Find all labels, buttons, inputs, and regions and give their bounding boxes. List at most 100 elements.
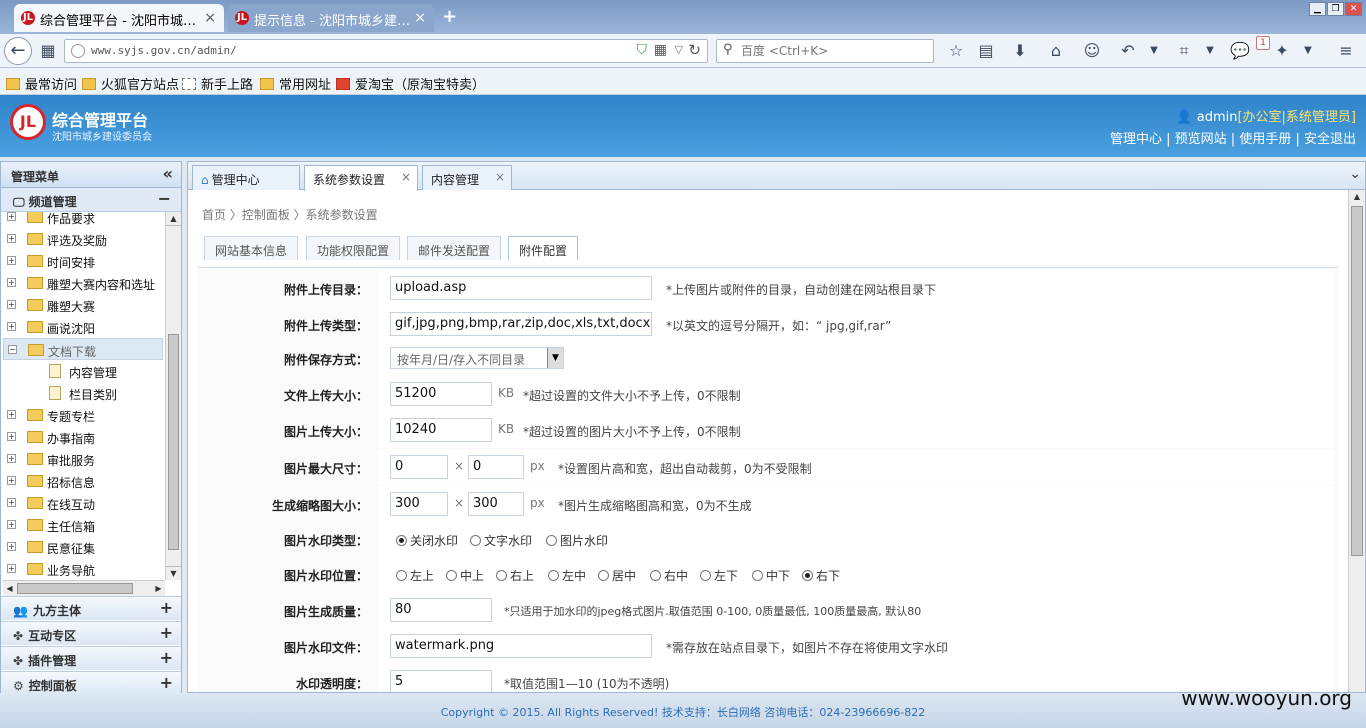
radio-pos-middle-right[interactable]: 右中 [650,567,688,584]
dropdown-arrow-icon[interactable]: ▽ [675,43,683,56]
collapse-icon[interactable]: − [8,345,17,354]
expand-icon[interactable]: + [7,498,16,507]
browser-tab-2[interactable]: JL 提示信息 - 沈阳市城乡建… × [228,4,434,32]
back-button[interactable]: ← [4,37,32,65]
home-icon[interactable]: ⌂ [1044,39,1068,63]
expand-icon[interactable]: + [7,564,16,573]
radio-pos-middle-left[interactable]: 左中 [548,567,586,584]
channel-manage-header[interactable]: 🖵 频道管理 − [1,188,181,212]
extension-icon[interactable]: ✦ [1270,39,1294,63]
chat-icon[interactable]: 💬 [1228,39,1252,63]
expand-icon[interactable]: + [7,212,16,221]
extension-dropdown-icon[interactable]: ▼ [1296,39,1320,63]
link-preview-site[interactable]: 预览网站 [1175,132,1227,147]
bookmark-taobao[interactable]: 爱淘宝（原淘宝特卖） [336,74,485,93]
smiley-icon[interactable]: ☺ [1080,39,1104,63]
expand-section-icon[interactable]: + [160,673,173,692]
search-box[interactable]: ⚲ [716,39,934,63]
expand-icon[interactable]: + [7,234,16,243]
subtab-attachment[interactable]: 附件配置 [508,236,579,260]
expand-icon[interactable]: + [7,454,16,463]
tree-item[interactable]: + 评选及奖励 [3,228,163,250]
radio-pos-bottom-center[interactable]: 中下 [752,567,790,584]
undo-icon[interactable]: ↶ [1116,39,1140,63]
expand-icon[interactable]: + [7,542,16,551]
tree-item-child[interactable]: 内容管理 [3,360,163,382]
close-tab-icon[interactable]: × [204,10,216,26]
radio-pos-bottom-right[interactable]: 右下 [802,567,840,584]
minimize-button[interactable]: ▁ [1309,2,1326,16]
subtab-site-info[interactable]: 网站基本信息 [204,236,299,260]
tree-item[interactable]: + 画说沈阳 [3,316,163,338]
tree-vertical-scrollbar[interactable]: ▲ ▼ [165,212,181,580]
sidebar-section-interaction[interactable]: ✤ 互动专区 + [1,621,181,645]
close-tab-icon[interactable]: × [495,170,505,184]
crop-icon[interactable]: ⌗ [1172,39,1196,63]
image-size-input[interactable]: 10240 [390,418,492,442]
bookmark-getting-started[interactable]: 新手上路 [182,74,253,93]
tab-system-settings[interactable]: 系统参数设置 × [304,165,418,191]
expand-icon[interactable]: + [7,410,16,419]
close-tab-icon[interactable]: × [414,10,426,26]
tree-item[interactable]: + 雕塑大赛内容和选址 [3,272,163,294]
reload-icon[interactable]: ↻ [688,41,701,59]
shield-icon[interactable]: ⛉ [637,42,648,58]
close-window-button[interactable]: ✕ [1345,2,1362,16]
close-tab-icon[interactable]: × [401,170,411,184]
expand-icon[interactable]: + [7,476,16,485]
radio-pos-top-right[interactable]: 右上 [496,567,534,584]
scrollbar-thumb[interactable] [17,583,133,594]
collapse-sidebar-icon[interactable]: « [163,164,173,183]
browser-tab-1[interactable]: JL 综合管理平台 - 沈阳市城… × [14,4,224,32]
bookmark-most-visited[interactable]: 最常访问 [6,74,77,93]
expand-icon[interactable]: + [7,520,16,529]
radio-watermark-image[interactable]: 图片水印 [546,532,608,549]
tab-admin-center[interactable]: ⌂ 管理中心 [192,165,300,190]
url-bar[interactable]: www.syjs.gov.cn/admin/ ⛉ ▦ ▽ ↻ [64,39,708,63]
bookmark-firefox-site[interactable]: 火狐官方站点 [82,74,179,93]
hamburger-menu-icon[interactable]: ≡ [1334,39,1358,63]
notification-badge[interactable]: 1 [1256,36,1270,50]
scroll-up-icon[interactable]: ▲ [1349,190,1365,204]
tree-item-child[interactable]: 栏目类别 [3,382,163,404]
save-mode-select[interactable]: 按年月/日/存入不同目录 ▼ [390,347,564,369]
scrollbar-thumb[interactable] [168,334,179,550]
tree-item[interactable]: + 主任信箱 [3,514,163,536]
tree-item[interactable]: + 时间安排 [3,250,163,272]
restore-button[interactable]: ❐ [1327,2,1344,16]
scrollbar-thumb[interactable] [1351,206,1363,556]
opacity-input[interactable]: 5 [390,670,492,692]
main-vertical-scrollbar[interactable]: ▲ [1348,190,1365,692]
scroll-down-icon[interactable]: ▼ [166,566,181,580]
expand-icon[interactable]: + [7,432,16,441]
radio-pos-center[interactable]: 居中 [598,567,636,584]
tree-item[interactable]: + 招标信息 [3,470,163,492]
link-user-manual[interactable]: 使用手册 [1239,132,1291,147]
radio-watermark-off[interactable]: 关闭水印 [396,532,458,549]
quality-input[interactable]: 80 [390,598,492,622]
subtab-permissions[interactable]: 功能权限配置 [306,236,401,260]
tab-content-manage[interactable]: 内容管理 × [422,165,512,190]
bookmark-star-icon[interactable]: ☆ [944,39,968,63]
expand-icon[interactable]: + [7,278,16,287]
bookmark-common-sites[interactable]: 常用网址 [260,74,331,93]
search-input[interactable] [741,43,927,59]
collapse-section-icon[interactable]: − [158,189,171,208]
radio-pos-top-left[interactable]: 左上 [396,567,434,584]
tree-item[interactable]: + 业务导航 [3,558,163,580]
sidebar-section-control-panel[interactable]: ⚙ 控制面板 + [1,671,181,695]
sidebar-section-jiufang[interactable]: 👥 九方主体 + [1,596,181,620]
radio-pos-top-center[interactable]: 中上 [446,567,484,584]
scroll-left-icon[interactable]: ◀ [3,581,16,596]
image-max-height-input[interactable]: 0 [468,455,524,479]
tree-item[interactable]: + 雕塑大赛 [3,294,163,316]
tree-item[interactable]: + 民意征集 [3,536,163,558]
link-admin-center[interactable]: 管理中心 [1110,132,1162,147]
reading-list-icon[interactable]: ▤ [974,39,998,63]
thumb-width-input[interactable]: 300 [390,492,448,516]
crop-dropdown-icon[interactable]: ▼ [1198,39,1222,63]
scroll-up-icon[interactable]: ▲ [166,212,181,226]
expand-section-icon[interactable]: + [160,623,173,642]
image-max-width-input[interactable]: 0 [390,455,448,479]
tree-item-selected[interactable]: − 文档下载 [3,338,163,360]
